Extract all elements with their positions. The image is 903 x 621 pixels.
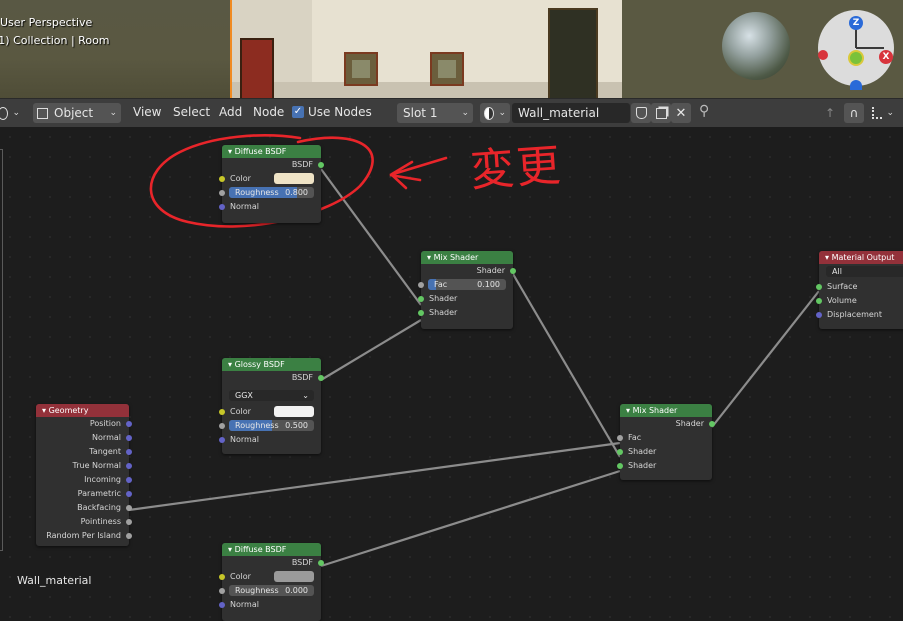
socket-input[interactable] — [219, 574, 225, 580]
socket-input[interactable] — [219, 204, 225, 210]
input-normal: Normal — [219, 433, 321, 447]
output-shader: Shader — [421, 264, 516, 278]
input-row: Surface — [816, 280, 903, 294]
roughness-slider[interactable]: Roughness 0.800 — [229, 187, 314, 198]
link-mix2-to-output — [711, 290, 820, 428]
node-tree-material-label: Wall_material — [17, 574, 92, 587]
socket-input[interactable] — [617, 435, 623, 441]
input-roughness: Roughness 0.500 — [219, 419, 321, 433]
socket-output[interactable] — [126, 421, 132, 427]
socket-input[interactable] — [219, 409, 225, 415]
link-glossy-to-mix1 — [320, 319, 422, 381]
socket-output[interactable] — [126, 477, 132, 483]
node-diffuse-bsdf-2[interactable]: ▾ Diffuse BSDF BSDF Color Roughness 0.00… — [219, 543, 324, 621]
socket-output[interactable] — [126, 491, 132, 497]
fac-slider[interactable]: Fac 0.100 — [428, 279, 506, 290]
output-row: Parametric — [36, 487, 132, 501]
output-row: Position — [36, 417, 132, 431]
node-mix-shader-1[interactable]: ▾ Mix Shader Shader Fac 0.100 Shader Sha… — [418, 251, 516, 329]
chevron-down-icon: ⌄ — [302, 391, 309, 400]
link-diffuse1-to-mix1 — [320, 168, 422, 306]
socket-output[interactable] — [126, 463, 132, 469]
socket-output[interactable] — [126, 435, 132, 441]
socket-input[interactable] — [219, 588, 225, 594]
node-title[interactable]: ▾ Geometry — [36, 404, 129, 417]
socket-output[interactable] — [709, 421, 715, 427]
node-title[interactable]: ▾ Diffuse BSDF — [222, 543, 321, 556]
socket-output[interactable] — [318, 162, 324, 168]
socket-input[interactable] — [617, 463, 623, 469]
target-dropdown[interactable]: All — [826, 266, 903, 277]
node-diffuse-bsdf-1[interactable]: ▾ Diffuse BSDF BSDF Color Roughness 0.80… — [219, 145, 324, 223]
input-shader-2: Shader — [617, 459, 712, 473]
socket-output[interactable] — [126, 519, 132, 525]
socket-output[interactable] — [318, 375, 324, 381]
node-geometry[interactable]: ▾ Geometry Position Normal Tangent True Nor… — [36, 404, 132, 546]
socket-input[interactable] — [418, 310, 424, 316]
socket-input[interactable] — [219, 423, 225, 429]
socket-input[interactable] — [219, 602, 225, 608]
input-shader-1: Shader — [617, 445, 712, 459]
node-title[interactable]: ▾ Mix Shader — [620, 404, 712, 417]
output-row: Tangent — [36, 445, 132, 459]
input-roughness: Roughness 0.800 — [219, 186, 321, 200]
socket-output[interactable] — [126, 449, 132, 455]
distribution-dropdown[interactable]: GGX ⌄ — [229, 390, 314, 401]
output-row: Incoming — [36, 473, 132, 487]
link-diffuse2-to-mix2 — [320, 469, 621, 568]
link-backfacing-to-mix2-fac — [128, 441, 621, 512]
output-shader: Shader — [620, 417, 715, 431]
socket-output[interactable] — [510, 268, 516, 274]
node-title[interactable]: ▾ Diffuse BSDF — [222, 145, 321, 158]
color-swatch[interactable] — [274, 571, 314, 582]
input-row: Volume — [816, 294, 903, 308]
input-shader-1: Shader — [418, 292, 513, 306]
input-color: Color — [219, 570, 321, 584]
target-row: All — [819, 264, 903, 280]
input-color: Color — [219, 405, 321, 419]
output-row: Backfacing — [36, 501, 132, 515]
distribution-row: GGX ⌄ — [222, 385, 321, 405]
node-title[interactable]: ▾ Mix Shader — [421, 251, 513, 264]
node-glossy-bsdf[interactable]: ▾ Glossy BSDF BSDF GGX ⌄ Color Roughness… — [219, 358, 324, 454]
socket-output[interactable] — [318, 560, 324, 566]
socket-input[interactable] — [219, 176, 225, 182]
socket-input[interactable] — [816, 312, 822, 318]
socket-output[interactable] — [126, 505, 132, 511]
input-fac: Fac — [617, 431, 712, 445]
input-roughness: Roughness 0.000 — [219, 584, 321, 598]
input-row: Displacement — [816, 308, 903, 322]
input-shader-2: Shader — [418, 306, 513, 320]
annotation-label: 変更 — [468, 139, 564, 198]
output-row: True Normal — [36, 459, 132, 473]
roughness-slider[interactable]: Roughness 0.500 — [229, 420, 314, 431]
output-row: Pointiness — [36, 515, 132, 529]
roughness-slider[interactable]: Roughness 0.000 — [229, 585, 314, 596]
socket-input[interactable] — [219, 190, 225, 196]
color-swatch[interactable] — [274, 173, 314, 184]
socket-input[interactable] — [617, 449, 623, 455]
socket-input[interactable] — [418, 282, 424, 288]
input-normal: Normal — [219, 598, 321, 612]
link-mix1-to-mix2 — [512, 273, 621, 458]
socket-input[interactable] — [816, 298, 822, 304]
output-row: Random Per Island — [36, 529, 132, 543]
output-bsdf: BSDF — [222, 556, 324, 570]
socket-input[interactable] — [418, 296, 424, 302]
node-title[interactable]: ▾ Material Output — [819, 251, 903, 264]
socket-input[interactable] — [219, 437, 225, 443]
socket-output[interactable] — [126, 533, 132, 539]
node-title[interactable]: ▾ Glossy BSDF — [222, 358, 321, 371]
node-mix-shader-2[interactable]: ▾ Mix Shader Shader Fac Shader Shader — [617, 404, 715, 480]
input-normal: Normal — [219, 200, 321, 214]
node-material-output[interactable]: ▾ Material Output All Surface Volume Displ… — [816, 251, 903, 329]
socket-input[interactable] — [816, 284, 822, 290]
output-bsdf: BSDF — [222, 371, 324, 385]
input-fac: Fac 0.100 — [418, 278, 513, 292]
color-swatch[interactable] — [274, 406, 314, 417]
output-row: Normal — [36, 431, 132, 445]
output-bsdf: BSDF — [222, 158, 324, 172]
input-color: Color — [219, 172, 321, 186]
